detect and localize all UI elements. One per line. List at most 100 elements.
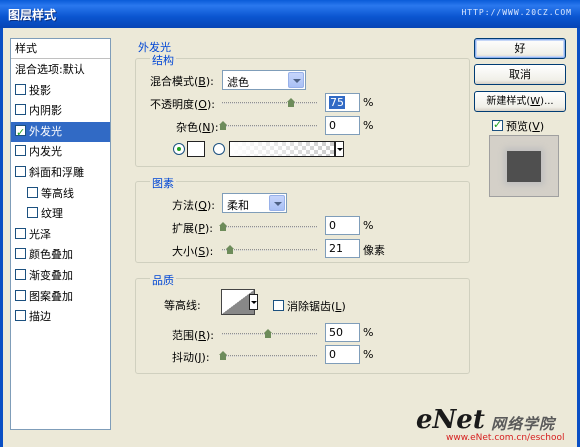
range-input[interactable]: 50 bbox=[325, 323, 360, 342]
technique-value: 柔和 bbox=[227, 199, 249, 212]
style-list-item[interactable]: 图案叠加 bbox=[11, 287, 110, 307]
checkbox-icon[interactable] bbox=[15, 310, 26, 322]
solid-color-radio[interactable] bbox=[173, 143, 185, 155]
glow-gradient-swatch[interactable] bbox=[229, 141, 335, 157]
style-list-item[interactable]: 内阴影 bbox=[11, 101, 110, 121]
checkbox-icon[interactable] bbox=[15, 123, 26, 143]
ok-button[interactable]: 好 bbox=[474, 38, 566, 59]
site-logo: eNet 网络学院 www.eNet.com.cn/eschool bbox=[416, 405, 565, 443]
range-unit: % bbox=[363, 326, 374, 339]
spread-slider-track[interactable] bbox=[222, 226, 317, 228]
opacity-slider-track[interactable] bbox=[222, 102, 317, 104]
jitter-input[interactable]: 0 bbox=[325, 345, 360, 364]
jitter-slider-track[interactable] bbox=[222, 355, 317, 357]
blend-mode-select[interactable]: 滤色 bbox=[222, 70, 306, 90]
watermark-url: HTTP://WWW.20CZ.COM bbox=[461, 8, 572, 17]
style-list-item-label: 光泽 bbox=[29, 227, 51, 241]
style-list-item[interactable]: 颜色叠加 bbox=[11, 245, 110, 265]
contour-picker-arrow-icon[interactable] bbox=[249, 294, 258, 310]
checkbox-icon[interactable] bbox=[15, 289, 26, 301]
spread-slider-thumb[interactable] bbox=[219, 222, 227, 231]
style-list-item[interactable]: 等高线 bbox=[11, 184, 110, 204]
preview-swatch bbox=[507, 151, 541, 182]
checkbox-icon[interactable] bbox=[15, 145, 26, 157]
noise-slider-thumb[interactable] bbox=[219, 121, 227, 130]
elements-title: 图素 bbox=[150, 175, 176, 191]
noise-slider-track[interactable] bbox=[222, 125, 317, 127]
style-list-item[interactable]: 混合选项:默认 bbox=[11, 60, 110, 80]
range-label: 范围(R): bbox=[172, 329, 214, 342]
gradient-picker-arrow-icon[interactable] bbox=[335, 141, 344, 157]
style-list-item-label: 投影 bbox=[29, 83, 51, 97]
title-bar[interactable]: 图层样式 HTTP://WWW.20CZ.COM bbox=[0, 0, 580, 28]
style-list-item-label: 纹理 bbox=[41, 207, 63, 221]
style-list-item-label: 渐变叠加 bbox=[29, 269, 73, 282]
style-list: 样式 混合选项:默认投影内阴影外发光内发光斜面和浮雕等高线纹理光泽颜色叠加渐变叠… bbox=[10, 38, 111, 430]
noise-unit: % bbox=[363, 119, 374, 132]
size-label: 大小(S): bbox=[172, 245, 214, 258]
anti-alias-checkbox[interactable]: 消除锯齿(L) bbox=[273, 298, 346, 314]
size-slider-track[interactable] bbox=[222, 249, 317, 251]
style-list-item-label: 混合选项:默认 bbox=[15, 63, 85, 76]
style-list-item-label: 等高线 bbox=[41, 186, 74, 200]
cancel-button[interactable]: 取消 bbox=[474, 64, 566, 85]
noise-label: 杂色(N): bbox=[176, 121, 219, 134]
style-list-item[interactable]: 内发光 bbox=[11, 142, 110, 162]
quality-title: 品质 bbox=[150, 272, 176, 288]
gradient-radio[interactable] bbox=[213, 143, 225, 155]
technique-select[interactable]: 柔和 bbox=[222, 193, 287, 213]
chevron-down-icon bbox=[269, 195, 285, 211]
checkbox-icon[interactable] bbox=[27, 207, 38, 219]
style-list-item[interactable]: 投影 bbox=[11, 81, 110, 101]
style-list-item-label: 内阴影 bbox=[29, 104, 62, 118]
style-list-item[interactable]: 渐变叠加 bbox=[11, 266, 110, 286]
preview-checkbox[interactable]: 预览(V) bbox=[492, 118, 544, 134]
style-preview bbox=[489, 135, 559, 197]
style-list-header[interactable]: 样式 bbox=[11, 39, 110, 59]
structure-title: 结构 bbox=[150, 52, 176, 68]
style-list-item-label: 颜色叠加 bbox=[29, 248, 73, 262]
size-slider-thumb[interactable] bbox=[226, 245, 235, 254]
opacity-slider-thumb[interactable] bbox=[286, 98, 295, 107]
style-list-item-label: 图案叠加 bbox=[29, 289, 73, 303]
jitter-unit: % bbox=[363, 348, 374, 361]
checkbox-icon[interactable] bbox=[15, 104, 26, 116]
style-list-item-label: 斜面和浮雕 bbox=[29, 166, 84, 179]
checkbox-icon[interactable] bbox=[15, 166, 26, 177]
opacity-unit: % bbox=[363, 96, 374, 109]
spread-unit: % bbox=[363, 219, 374, 232]
checkbox-icon[interactable] bbox=[15, 269, 26, 280]
blend-mode-label: 混合模式(B): bbox=[150, 75, 214, 88]
size-input[interactable]: 21 bbox=[325, 239, 360, 258]
jitter-label: 抖动(J): bbox=[172, 351, 210, 364]
spread-input[interactable]: 0 bbox=[325, 216, 360, 235]
style-list-item[interactable]: 描边 bbox=[11, 307, 110, 327]
checkbox-icon[interactable] bbox=[15, 227, 26, 239]
checkbox-icon bbox=[492, 118, 503, 131]
noise-input[interactable]: 0 bbox=[325, 116, 360, 135]
style-list-item-label: 外发光 bbox=[29, 124, 62, 138]
checkbox-icon bbox=[273, 300, 284, 311]
opacity-input[interactable]: 75 bbox=[325, 93, 360, 112]
style-list-item[interactable]: 纹理 bbox=[11, 204, 110, 224]
checkbox-icon[interactable] bbox=[27, 186, 38, 198]
checkbox-icon[interactable] bbox=[15, 83, 26, 95]
technique-label: 方法(Q): bbox=[172, 199, 215, 212]
chevron-down-icon bbox=[288, 72, 304, 88]
style-list-item[interactable]: 斜面和浮雕 bbox=[11, 163, 110, 183]
style-list-item[interactable]: 光泽 bbox=[11, 225, 110, 245]
spread-label: 扩展(P): bbox=[172, 222, 213, 235]
contour-label: 等高线: bbox=[164, 299, 201, 312]
opacity-label: 不透明度(O): bbox=[150, 98, 215, 111]
window-title: 图层样式 bbox=[8, 8, 57, 22]
size-unit: 像素 bbox=[363, 244, 385, 257]
glow-color-swatch[interactable] bbox=[187, 141, 205, 157]
blend-mode-value: 滤色 bbox=[227, 76, 249, 89]
style-list-item-label: 描边 bbox=[29, 310, 51, 324]
range-slider-thumb[interactable] bbox=[264, 329, 272, 338]
style-list-item[interactable]: 外发光 bbox=[11, 121, 110, 143]
new-style-button[interactable]: 新建样式(W)... bbox=[474, 91, 566, 112]
jitter-slider-thumb[interactable] bbox=[219, 351, 227, 360]
checkbox-icon[interactable] bbox=[15, 248, 26, 260]
style-list-item-label: 内发光 bbox=[29, 145, 62, 159]
